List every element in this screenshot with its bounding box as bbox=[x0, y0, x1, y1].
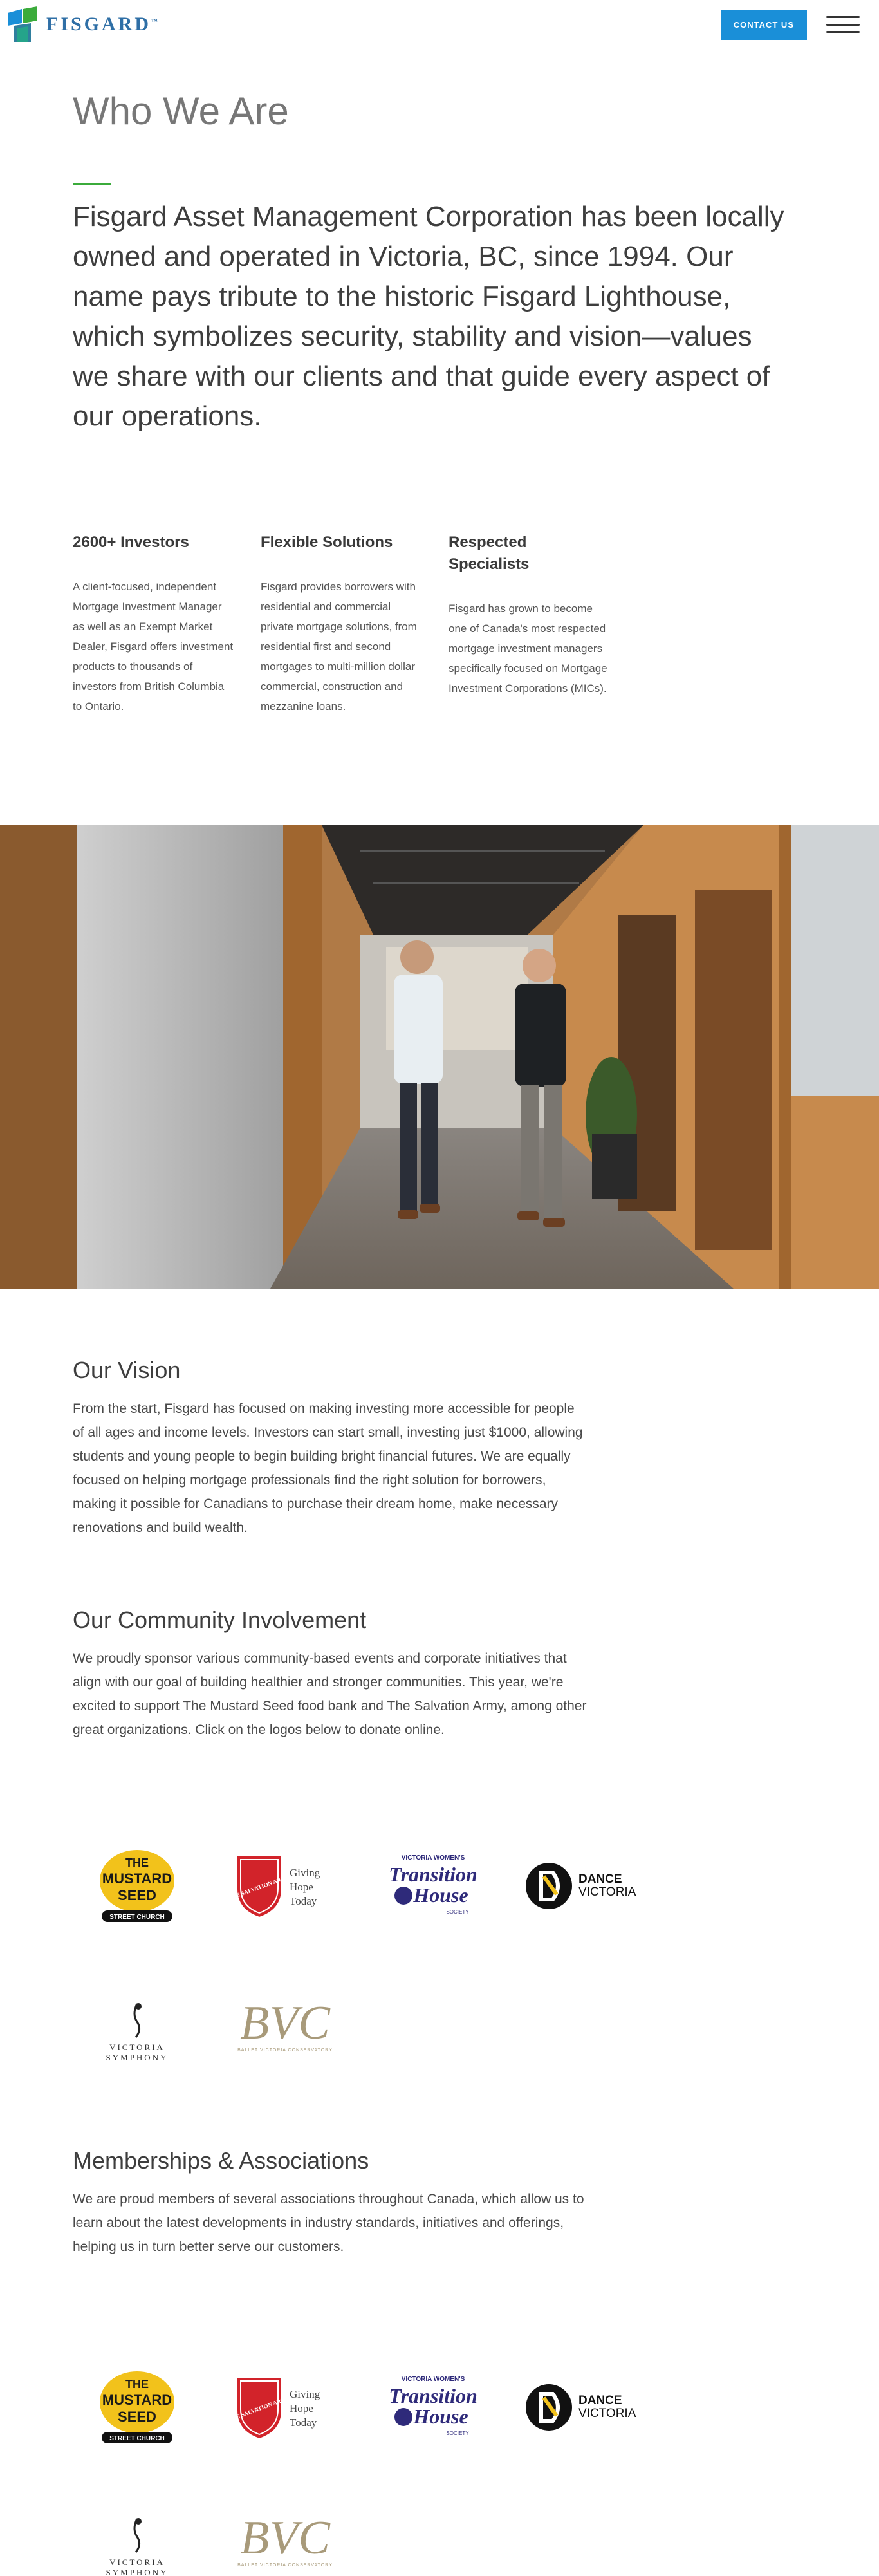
salvation-army-logo[interactable]: THE SALVATION ARMY Giving Hope Today bbox=[221, 1841, 349, 1931]
feature-title: Flexible Solutions bbox=[261, 534, 393, 551]
salvation-tag1: Giving bbox=[290, 1867, 320, 1879]
symphony-line1: VICTORIA bbox=[109, 2557, 165, 2567]
transition-soc: SOCIETY bbox=[446, 2431, 469, 2436]
menu-icon[interactable] bbox=[826, 16, 860, 33]
dance-victoria-logo[interactable]: DANCE VICTORIA bbox=[517, 1841, 645, 1931]
symphony-line1: VICTORIA bbox=[109, 2042, 165, 2052]
mustard-line3: SEED bbox=[118, 2409, 156, 2425]
mustard-line2: MUSTARD bbox=[102, 1871, 172, 1887]
dance-line2: VICTORIA bbox=[578, 1885, 636, 1899]
mustard-seed-logo[interactable]: THE MUSTARD SEED STREET CHURCH bbox=[73, 1841, 201, 1931]
bvc-tag: BALLET VICTORIA CONSERVATORY bbox=[237, 2563, 333, 2568]
ballet-victoria-logo[interactable]: BVC BALLET VICTORIA CONSERVATORY bbox=[221, 2497, 349, 2576]
feature-title: 2600+ Investors bbox=[73, 534, 189, 551]
salvation-tag2: Hope bbox=[290, 1881, 313, 1893]
mustard-seed-logo[interactable]: THE MUSTARD SEED STREET CHURCH bbox=[73, 2362, 201, 2452]
dance-line1: DANCE bbox=[578, 2394, 622, 2407]
mustard-line3: SEED bbox=[118, 1887, 156, 1903]
salvation-army-logo[interactable]: THE SALVATION ARMY Giving Hope Today bbox=[221, 2362, 349, 2452]
brand-name: FISGARD™ bbox=[46, 14, 158, 35]
title-divider bbox=[73, 183, 111, 185]
fisgard-logo[interactable]: FISGARD™ bbox=[8, 6, 158, 42]
feature-title: Respected Specialists bbox=[449, 534, 530, 573]
lighthouse-logo-icon bbox=[8, 6, 37, 42]
community-title: Our Community Involvement bbox=[73, 1607, 367, 1633]
symphony-line2: SYMPHONY bbox=[106, 2568, 169, 2576]
dance-line1: DANCE bbox=[578, 1872, 622, 1886]
page-title: Who We Are bbox=[73, 89, 289, 133]
mustard-tag: STREET CHURCH bbox=[109, 1914, 165, 1921]
dance-victoria-logo[interactable]: DANCE VICTORIA bbox=[517, 2362, 645, 2452]
page: FISGARD™ CONTACT US Who We Are Fisgard A… bbox=[0, 0, 879, 2576]
transition-top: VICTORIA WOMEN'S bbox=[402, 1854, 465, 1862]
ballet-victoria-logo[interactable]: BVC BALLET VICTORIA CONSERVATORY bbox=[221, 1983, 349, 2073]
feature-solutions: Flexible Solutions Fisgard provides borr… bbox=[261, 532, 423, 716]
vision-title: Our Vision bbox=[73, 1357, 181, 1383]
salvation-tag2: Hope bbox=[290, 2402, 313, 2414]
feature-investors: 2600+ Investors A client-focused, indepe… bbox=[73, 532, 235, 716]
transition-top: VICTORIA WOMEN'S bbox=[402, 2376, 465, 2383]
memberships-body: We are proud members of several associat… bbox=[73, 2192, 584, 2254]
bvc-tag: BALLET VICTORIA CONSERVATORY bbox=[237, 2048, 333, 2053]
header-actions: CONTACT US bbox=[720, 9, 860, 40]
feature-body: Fisgard provides borrowers with resident… bbox=[261, 581, 417, 713]
mustard-line1: THE bbox=[125, 1856, 149, 1869]
mustard-line2: MUSTARD bbox=[102, 2392, 172, 2408]
transition-bot: House bbox=[412, 2405, 468, 2428]
transition-house-logo[interactable]: VICTORIA WOMEN'S Transition House SOCIET… bbox=[369, 2362, 497, 2452]
salvation-tag3: Today bbox=[290, 2416, 317, 2429]
bvc-mark: BVC bbox=[240, 1997, 331, 2049]
office-hallway-photo bbox=[0, 825, 879, 1289]
transition-bot: House bbox=[412, 1883, 468, 1907]
dance-line2: VICTORIA bbox=[578, 2407, 636, 2420]
mustard-tag: STREET CHURCH bbox=[109, 2435, 165, 2442]
contact-us-button[interactable]: CONTACT US bbox=[720, 9, 807, 40]
site-header: FISGARD™ CONTACT US bbox=[0, 0, 879, 49]
transition-house-logo[interactable]: VICTORIA WOMEN'S Transition House SOCIET… bbox=[369, 1841, 497, 1931]
feature-specialists: Respected Specialists Fisgard has grown … bbox=[449, 532, 611, 716]
transition-soc: SOCIETY bbox=[446, 1909, 469, 1915]
salvation-tag3: Today bbox=[290, 1895, 317, 1907]
victoria-symphony-logo[interactable]: VICTORIA SYMPHONY bbox=[73, 1983, 201, 2073]
membership-logos: THE MUSTARD SEED STREET CHURCH THE SALVA… bbox=[73, 2362, 665, 2576]
transition-mid: Transition bbox=[389, 2384, 477, 2407]
transition-mid: Transition bbox=[389, 1863, 477, 1886]
feature-body: A client-focused, independent Mortgage I… bbox=[73, 581, 234, 713]
community-body: We proudly sponsor various community-bas… bbox=[73, 1651, 587, 1737]
victoria-symphony-logo[interactable]: VICTORIA SYMPHONY bbox=[73, 2497, 201, 2576]
mustard-line1: THE bbox=[125, 2378, 149, 2391]
feature-body: Fisgard has grown to become one of Canad… bbox=[449, 602, 607, 695]
features-row: 2600+ Investors A client-focused, indepe… bbox=[73, 532, 611, 716]
vision-body: From the start, Fisgard has focused on m… bbox=[73, 1401, 583, 1535]
intro-lead: Fisgard Asset Management Corporation has… bbox=[73, 201, 784, 432]
memberships-title: Memberships & Associations bbox=[73, 2147, 369, 2174]
salvation-tag1: Giving bbox=[290, 2388, 320, 2400]
bvc-mark: BVC bbox=[240, 2512, 331, 2564]
community-logos: THE MUSTARD SEED STREET CHURCH THE SALVA… bbox=[73, 1841, 665, 2073]
symphony-line2: SYMPHONY bbox=[106, 2053, 169, 2062]
